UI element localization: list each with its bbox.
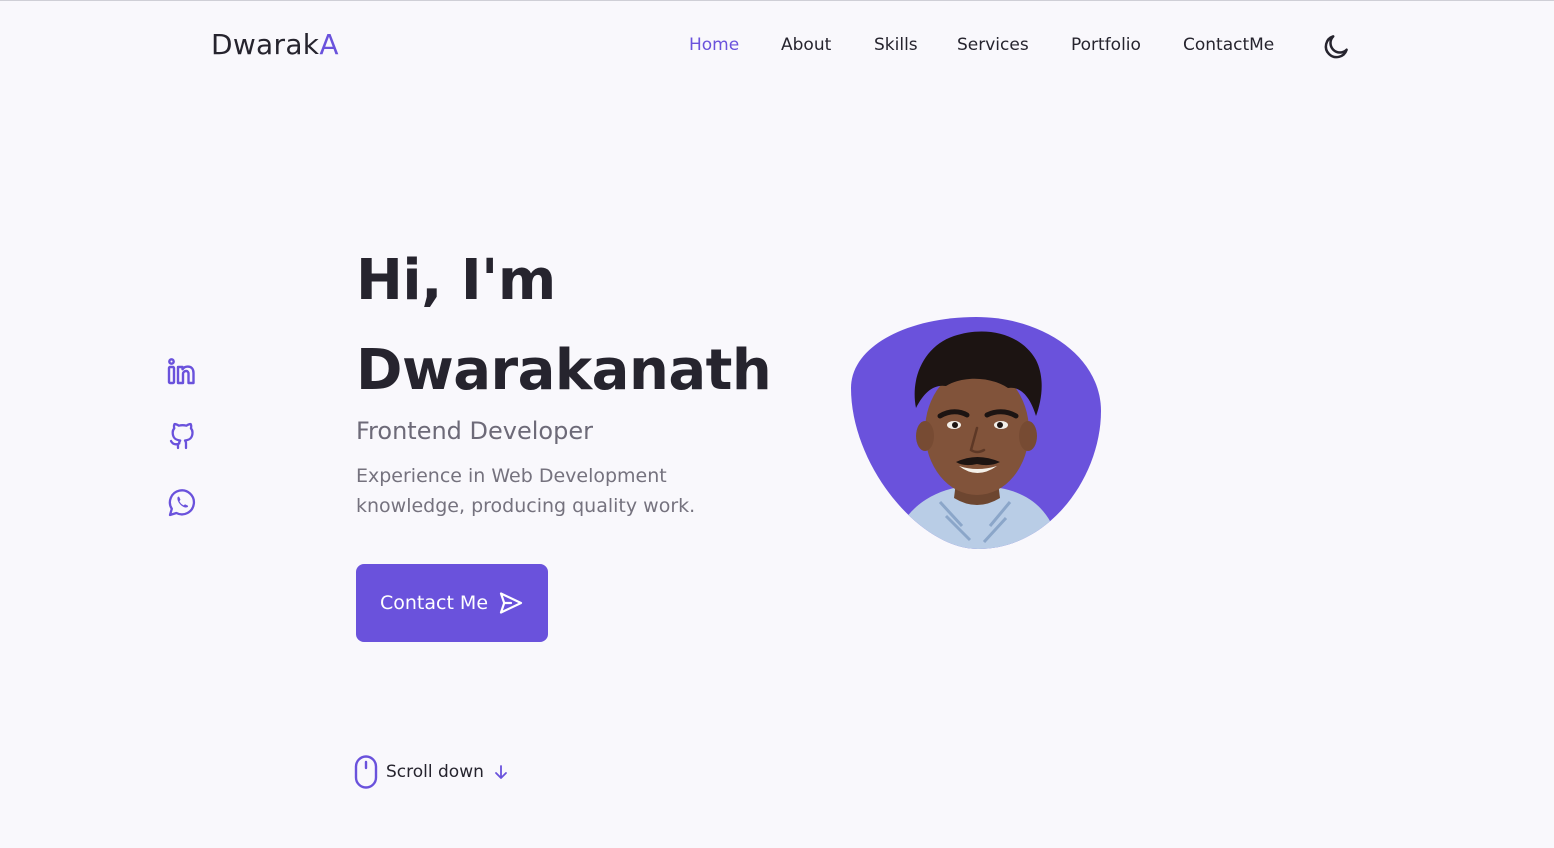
- nav-item-skills[interactable]: Skills: [874, 35, 918, 55]
- profile-photo: [851, 317, 1101, 549]
- mouse-icon: [354, 755, 378, 789]
- contact-me-label: Contact Me: [379, 592, 489, 614]
- nav-item-about[interactable]: About: [781, 35, 831, 55]
- whatsapp-link[interactable]: [165, 486, 199, 520]
- nav-item-portfolio[interactable]: Portfolio: [1071, 35, 1141, 55]
- github-icon: [169, 422, 194, 450]
- moon-icon: [1324, 35, 1348, 59]
- hero-description: Experience in Web Development knowledge,…: [356, 465, 696, 517]
- scroll-down-label: Scroll down: [386, 762, 484, 782]
- scroll-down-link[interactable]: Scroll down: [354, 755, 508, 789]
- linkedin-icon: [167, 358, 195, 385]
- profile-avatar: [850, 316, 1102, 550]
- linkedin-link[interactable]: [165, 355, 199, 389]
- site-header: DwarakA Home About Skills Services Portf…: [0, 1, 1554, 91]
- arrow-down-icon: [494, 765, 507, 779]
- nav-item-contactme[interactable]: ContactMe: [1183, 35, 1274, 55]
- nav-item-services[interactable]: Services: [957, 35, 1029, 55]
- whatsapp-icon: [168, 489, 195, 517]
- contact-me-button[interactable]: Contact Me: [356, 564, 548, 642]
- hero-intro: Hi, I'm Dwarakanath Frontend Developer E…: [356, 236, 826, 521]
- github-link[interactable]: [165, 419, 199, 453]
- hero-subtitle: Frontend Developer: [356, 417, 593, 445]
- nav-item-home[interactable]: Home: [689, 35, 739, 55]
- send-icon: [499, 592, 523, 614]
- hero-greeting: Hi, I'm: [356, 248, 556, 313]
- theme-toggle-button[interactable]: [1321, 32, 1351, 62]
- hero-name: Dwarakanath: [356, 338, 772, 403]
